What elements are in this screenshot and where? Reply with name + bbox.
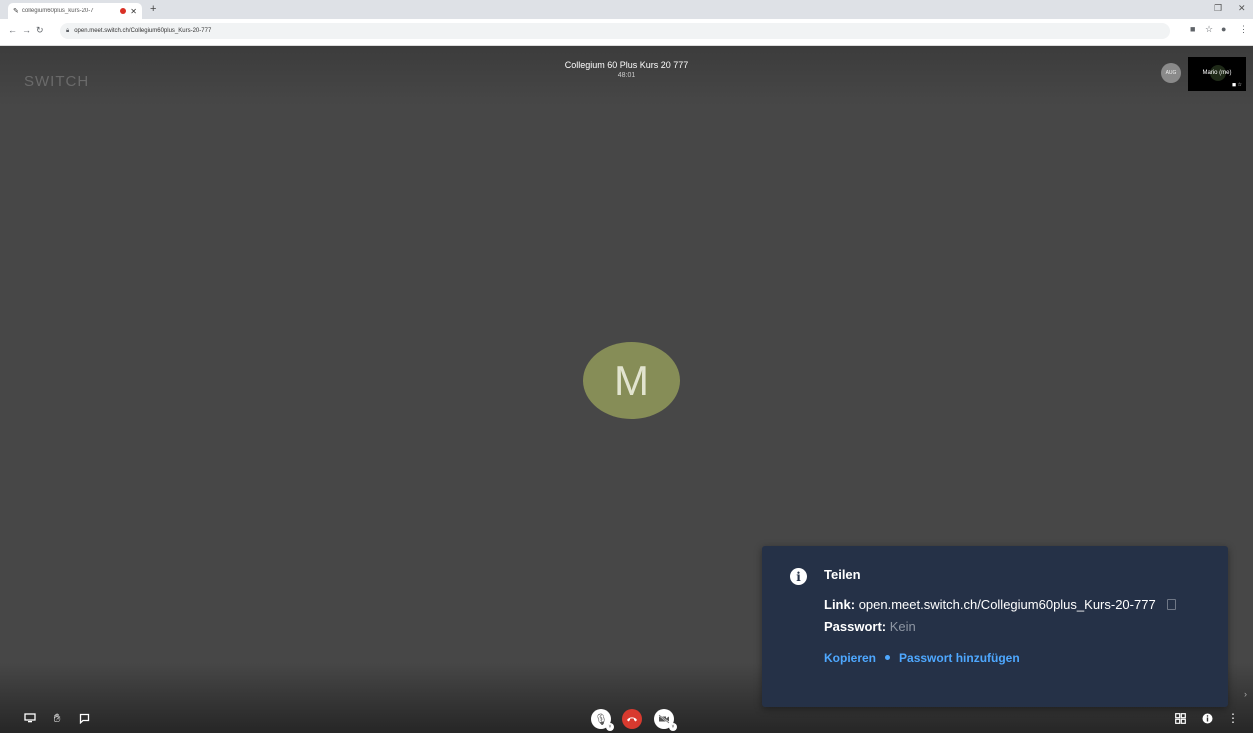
link-label: Link: bbox=[824, 597, 856, 612]
self-name-label: Mario (me) bbox=[1202, 70, 1232, 76]
lock-icon: 🔒︎ bbox=[66, 27, 70, 34]
raise-hand-button[interactable]: ✋︎ bbox=[49, 710, 65, 726]
dominant-speaker-avatar: M bbox=[583, 342, 680, 419]
forward-icon[interactable]: → bbox=[22, 25, 31, 35]
browser-menu-icon[interactable]: ⋮ bbox=[1239, 24, 1248, 35]
meeting-stage: SWITCH Collegium 60 Plus Kurs 20 777 48:… bbox=[0, 46, 1253, 733]
hangup-button[interactable] bbox=[622, 709, 642, 729]
password-label: Passwort: bbox=[824, 619, 887, 634]
meeting-title: Collegium 60 Plus Kurs 20 777 bbox=[564, 60, 689, 70]
link-row: Link: open.meet.switch.ch/Collegium60plu… bbox=[824, 597, 1177, 612]
bookmark-star-icon[interactable]: ☆ bbox=[1205, 24, 1213, 35]
back-icon[interactable]: ← bbox=[8, 25, 17, 35]
chevron-down-icon[interactable]: ˅ bbox=[669, 723, 677, 731]
new-tab-button[interactable]: + bbox=[150, 3, 156, 15]
more-button[interactable]: ⋮ bbox=[1225, 710, 1241, 726]
self-video-tile[interactable]: Mario (me) ◼ ☆ bbox=[1188, 57, 1246, 91]
password-value: Kein bbox=[889, 619, 916, 634]
screen-share-icon bbox=[24, 713, 36, 723]
camera-button[interactable]: ˅ bbox=[654, 709, 677, 731]
info-icon bbox=[1202, 713, 1212, 723]
separator-dot bbox=[885, 655, 891, 660]
dialog-actions: Kopieren Passwort hinzufügen bbox=[824, 651, 1020, 665]
raise-hand-icon: ✋︎ bbox=[53, 710, 61, 725]
meeting-timer: 48:01 bbox=[617, 72, 636, 79]
restore-window-icon[interactable]: ❐ bbox=[1214, 3, 1222, 14]
reload-icon[interactable]: ↻ bbox=[36, 25, 44, 36]
copy-link-button[interactable]: Kopieren bbox=[824, 651, 876, 665]
pen-favicon-icon: ✎ bbox=[13, 8, 19, 15]
tile-view-button[interactable] bbox=[1172, 710, 1188, 726]
password-row: Passwort: Kein bbox=[824, 619, 916, 634]
info-icon: i bbox=[790, 568, 807, 585]
address-bar[interactable]: 🔒︎ open.meet.switch.ch/Collegium60plus_K… bbox=[60, 23, 1170, 39]
close-window-icon[interactable]: ✕ bbox=[1238, 3, 1246, 14]
info-button[interactable] bbox=[1199, 710, 1215, 726]
hangup-icon bbox=[627, 717, 637, 722]
camera-permission-icon[interactable]: ■ bbox=[1190, 24, 1195, 34]
share-info-dialog: i Teilen Link: open.meet.switch.ch/Colle… bbox=[762, 546, 1228, 707]
dialog-title: Teilen bbox=[824, 567, 861, 582]
meeting-link[interactable]: open.meet.switch.ch/Collegium60plus_Kurs… bbox=[859, 597, 1156, 612]
participant-thumbnail-avatar[interactable]: AUG bbox=[1161, 63, 1181, 83]
tile-view-icon bbox=[1174, 712, 1186, 724]
chevron-right-icon[interactable]: › bbox=[1244, 689, 1247, 699]
add-password-button[interactable]: Passwort hinzufügen bbox=[899, 651, 1020, 665]
chat-button[interactable] bbox=[76, 710, 92, 726]
browser-tabstrip: ✎ collegium60plus_kurs-20-7 ✕ + ❐ ✕ bbox=[0, 0, 1253, 19]
browser-tab[interactable]: ✎ collegium60plus_kurs-20-7 ✕ bbox=[8, 3, 142, 19]
screen-share-button[interactable] bbox=[22, 710, 38, 726]
recording-indicator-icon bbox=[120, 8, 127, 14]
self-status-icons: ◼ ☆ bbox=[1231, 82, 1242, 88]
chevron-down-icon[interactable]: ˅ bbox=[606, 723, 614, 731]
copy-icon[interactable] bbox=[1167, 599, 1177, 610]
close-tab-icon[interactable]: ✕ bbox=[130, 7, 137, 16]
browser-tab-title: collegium60plus_kurs-20-7 bbox=[21, 8, 94, 14]
browser-toolbar: ← → ↻ 🔒︎ open.meet.switch.ch/Collegium60… bbox=[0, 19, 1253, 46]
microphone-button[interactable]: 🎙︎ ˅ bbox=[591, 709, 614, 731]
profile-icon[interactable]: ● bbox=[1221, 24, 1226, 34]
address-url: open.meet.switch.ch/Collegium60plus_Kurs… bbox=[74, 28, 212, 34]
chat-icon bbox=[79, 713, 89, 724]
camera-off-icon bbox=[658, 714, 670, 724]
more-icon: ⋮ bbox=[1227, 711, 1239, 725]
